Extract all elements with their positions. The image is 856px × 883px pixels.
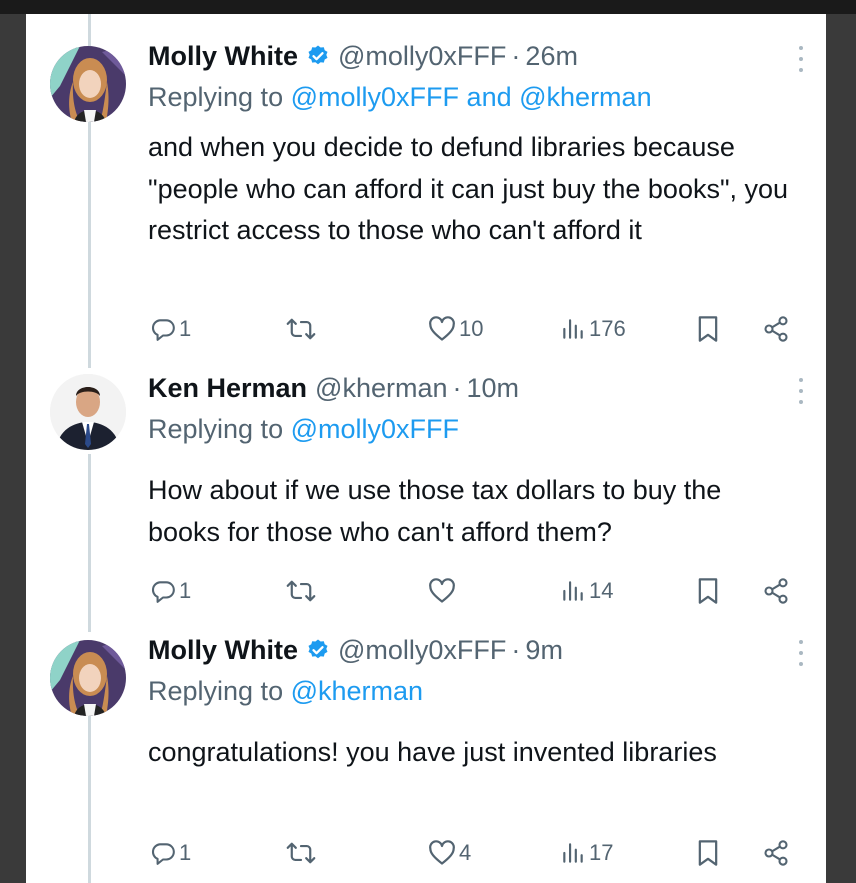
separator: · <box>511 40 521 71</box>
like-button[interactable] <box>428 574 459 608</box>
reply-button[interactable]: 1 <box>150 312 191 346</box>
views-icon <box>563 843 583 863</box>
avatar[interactable] <box>50 46 126 122</box>
bookmark-button[interactable] <box>696 836 720 870</box>
tweet-header: Molly White @molly0xFFF · 26m <box>148 38 578 74</box>
retweet-button[interactable] <box>286 836 319 870</box>
more-icon[interactable] <box>796 640 806 666</box>
like-count: 10 <box>459 316 484 341</box>
mention-link[interactable]: @kherman <box>519 82 651 112</box>
tweet-actions: 1 4 17 <box>148 836 798 870</box>
thread-connector-1 <box>88 106 91 368</box>
bookmark-icon <box>698 840 718 866</box>
display-name[interactable]: Molly White <box>148 41 298 72</box>
verified-badge-icon <box>306 44 330 68</box>
views-count: 14 <box>589 578 614 603</box>
separator: · <box>452 372 462 403</box>
thread-card: Molly White @molly0xFFF · 26m Replying t… <box>26 14 826 883</box>
avatar[interactable] <box>50 640 126 716</box>
separator: · <box>511 634 521 665</box>
avatar[interactable] <box>50 374 126 450</box>
share-icon <box>764 578 788 604</box>
timestamp[interactable]: 10m <box>467 373 520 404</box>
screen-right-border <box>826 14 856 883</box>
share-button[interactable] <box>762 574 790 608</box>
tweet-header: Ken Herman @kherman · 10m <box>148 370 519 406</box>
retweet-button[interactable] <box>286 574 319 608</box>
views-icon <box>563 319 583 339</box>
reply-icon <box>151 843 175 865</box>
heart-icon <box>429 578 455 603</box>
share-icon <box>764 316 788 342</box>
replying-to: Replying to @molly0xFFF <box>148 414 459 445</box>
views-count: 176 <box>589 316 626 341</box>
retweet-icon <box>286 318 316 340</box>
share-icon <box>764 840 788 866</box>
bookmark-icon <box>698 578 718 604</box>
user-handle[interactable]: @kherman <box>315 373 447 404</box>
bookmark-button[interactable] <box>696 312 720 346</box>
retweet-icon <box>286 842 316 864</box>
tweet-actions: 1 10 176 <box>148 312 798 346</box>
display-name[interactable]: Ken Herman <box>148 373 307 404</box>
bookmark-button[interactable] <box>696 574 720 608</box>
bookmark-icon <box>698 316 718 342</box>
views-icon <box>563 581 583 601</box>
replying-to-label: Replying to <box>148 414 284 444</box>
tweet-text: How about if we use those tax dollars to… <box>148 475 722 547</box>
thread-connector-top <box>88 14 91 46</box>
more-icon[interactable] <box>796 46 806 72</box>
views-button[interactable]: 176 <box>560 312 626 346</box>
share-button[interactable] <box>762 312 790 346</box>
replying-to-label: Replying to <box>148 82 284 112</box>
user-handle[interactable]: @molly0xFFF <box>338 635 506 666</box>
mention-link[interactable]: @molly0xFFF <box>291 82 459 112</box>
screen-top-border <box>0 0 856 14</box>
thread-connector-2 <box>88 454 91 632</box>
mention-link[interactable]: @molly0xFFF <box>291 414 459 444</box>
display-name[interactable]: Molly White <box>148 635 298 666</box>
thread-connector-3 <box>88 716 91 883</box>
more-icon[interactable] <box>796 378 806 404</box>
reply-button[interactable]: 1 <box>150 836 191 870</box>
user-handle[interactable]: @molly0xFFF <box>338 41 506 72</box>
reply-count: 1 <box>179 316 192 341</box>
heart-icon <box>429 840 455 865</box>
views-button[interactable]: 17 <box>560 836 613 870</box>
reply-count: 1 <box>179 578 192 603</box>
reply-button[interactable]: 1 <box>150 574 191 608</box>
tweet-text: congratulations! you have just invented … <box>148 737 717 767</box>
timestamp[interactable]: 9m <box>525 635 563 666</box>
views-count: 17 <box>589 840 614 865</box>
replying-to: Replying to @molly0xFFF and @kherman <box>148 82 652 113</box>
verified-badge-icon <box>306 638 330 662</box>
reply-count: 1 <box>179 840 192 865</box>
like-button[interactable]: 4 <box>428 836 471 870</box>
screen-left-border <box>0 14 26 883</box>
like-button[interactable]: 10 <box>428 312 483 346</box>
reply-icon <box>151 581 175 603</box>
like-count: 4 <box>459 840 472 865</box>
reply-icon <box>151 319 175 341</box>
tweet-header: Molly White @molly0xFFF · 9m <box>148 632 563 668</box>
mention-joiner: and <box>466 82 512 112</box>
retweet-button[interactable] <box>286 312 319 346</box>
retweet-icon <box>286 580 316 602</box>
share-button[interactable] <box>762 836 790 870</box>
tweet-text: and when you decide to defund libraries … <box>148 132 789 245</box>
timestamp[interactable]: 26m <box>525 41 578 72</box>
replying-to-label: Replying to <box>148 676 284 706</box>
views-button[interactable]: 14 <box>560 574 613 608</box>
replying-to: Replying to @kherman <box>148 676 423 707</box>
heart-icon <box>429 316 455 341</box>
mention-link[interactable]: @kherman <box>291 676 423 706</box>
tweet-actions: 1 14 <box>148 574 798 608</box>
